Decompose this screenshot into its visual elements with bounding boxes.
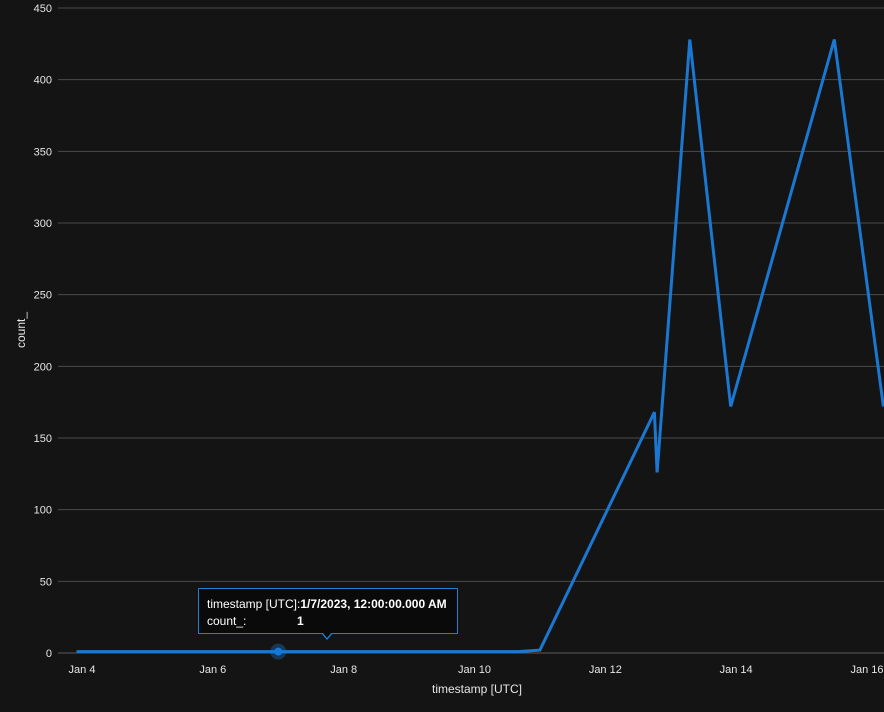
y-tick-label: 400 — [34, 75, 52, 87]
grid-lines — [58, 7, 884, 654]
y-tick-label: 50 — [40, 576, 52, 588]
y-tick-label: 0 — [46, 648, 52, 660]
x-tick-label: Jan 8 — [330, 664, 357, 676]
hover-tooltip: timestamp [UTC]:1/7/2023, 12:00:00.000 A… — [198, 588, 458, 634]
y-tick-label: 200 — [34, 361, 52, 373]
x-tick-label: Jan 4 — [69, 664, 96, 676]
x-tick-label: Jan 14 — [720, 664, 753, 676]
y-tick-label: 350 — [34, 146, 52, 158]
y-tick-label: 250 — [34, 290, 52, 302]
y-tick-labels: 0 50 100 150 200 250 300 350 400 450 — [34, 3, 52, 660]
y-tick-label: 300 — [34, 218, 52, 230]
series-lines — [76, 39, 884, 654]
y-tick-label: 450 — [34, 3, 52, 15]
tooltip-timestamp-value: 1/7/2023, 12:00:00.000 AM — [300, 597, 447, 611]
x-tick-label: Jan 16 — [850, 664, 883, 676]
y-tick-label: 100 — [34, 505, 52, 517]
tooltip-count-key: count_: — [207, 614, 247, 628]
hover-marker-point[interactable] — [274, 647, 283, 656]
x-tick-label: Jan 6 — [199, 664, 226, 676]
tooltip-pointer-fill — [322, 632, 332, 638]
series-line[interactable] — [76, 39, 884, 654]
tooltip-timestamp-key: timestamp [UTC]: — [207, 597, 301, 611]
x-tick-labels: Jan 4 Jan 6 Jan 8 Jan 10 Jan 12 Jan 14 Jan 16 — [69, 664, 884, 676]
tooltip-count-value: 1 — [297, 614, 304, 628]
y-axis-title: count_ — [14, 312, 28, 348]
y-tick-label: 150 — [34, 433, 52, 445]
chart-container: 0 50 100 150 200 250 300 350 400 450 Jan 4 Jan 6 Ja… — [0, 0, 884, 712]
x-tick-label: Jan 12 — [589, 664, 622, 676]
hover-markers — [270, 643, 287, 660]
x-tick-label: Jan 10 — [458, 664, 491, 676]
x-axis-title: timestamp [UTC] — [432, 682, 522, 696]
